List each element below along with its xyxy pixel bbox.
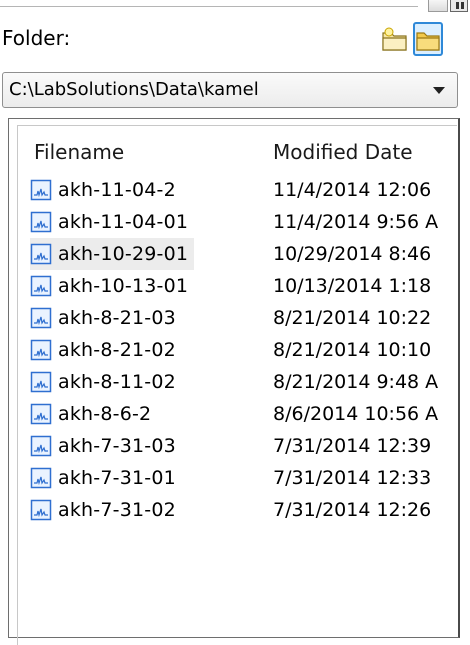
file-row[interactable]: akh-11-04-01 11/4/2014 9:56 A bbox=[18, 206, 458, 238]
filename-cell: akh-10-29-01 bbox=[30, 238, 195, 270]
filename-text: akh-11-04-2 bbox=[58, 179, 176, 201]
chevron-down-icon[interactable] bbox=[433, 87, 445, 94]
modified-date-text: 8/6/2014 10:56 A bbox=[273, 403, 439, 425]
chromatogram-file-icon bbox=[30, 371, 52, 393]
pause-button[interactable] bbox=[450, 0, 468, 12]
filename-cell: akh-11-04-01 bbox=[30, 206, 194, 238]
filename-cell: akh-10-13-01 bbox=[30, 270, 194, 302]
filename-cell: akh-8-6-2 bbox=[30, 398, 157, 430]
filename-cell: akh-8-11-02 bbox=[30, 366, 182, 398]
open-folder-button[interactable] bbox=[413, 22, 443, 56]
filename-text: akh-7-31-02 bbox=[58, 499, 176, 521]
filename-text: akh-8-6-2 bbox=[58, 403, 152, 425]
filename-text: akh-8-21-02 bbox=[58, 339, 176, 361]
filename-text: akh-8-11-02 bbox=[58, 371, 176, 393]
file-list[interactable]: Filename Modified Date akh-11-04-2 11/4/2… bbox=[8, 118, 460, 645]
restore-button[interactable] bbox=[428, 0, 448, 12]
file-row[interactable]: akh-8-6-2 8/6/2014 10:56 A bbox=[18, 398, 458, 430]
chromatogram-file-icon bbox=[30, 211, 52, 233]
chromatogram-file-icon bbox=[30, 403, 52, 425]
top-toolbar-strip bbox=[0, 0, 470, 22]
column-header-filename[interactable]: Filename bbox=[34, 138, 124, 166]
filename-cell: akh-7-31-02 bbox=[30, 494, 182, 526]
open-folder-icon bbox=[416, 32, 440, 51]
modified-date-text: 11/4/2014 9:56 A bbox=[273, 211, 439, 233]
file-row[interactable]: akh-8-21-03 8/21/2014 10:22 bbox=[18, 302, 458, 334]
modified-date-text: 7/31/2014 12:26 bbox=[273, 499, 432, 521]
filename-text: akh-10-29-01 bbox=[58, 243, 189, 265]
modified-date-text: 10/13/2014 1:18 bbox=[273, 275, 432, 297]
chromatogram-file-icon bbox=[30, 307, 52, 329]
folder-label: Folder: bbox=[2, 26, 71, 50]
filename-cell: akh-7-31-01 bbox=[30, 462, 182, 494]
filename-cell: akh-8-21-02 bbox=[30, 334, 182, 366]
chromatogram-file-icon bbox=[30, 499, 52, 521]
file-row[interactable]: akh-10-29-01 10/29/2014 8:46 bbox=[18, 238, 458, 270]
chromatogram-file-icon bbox=[30, 179, 52, 201]
file-row[interactable]: akh-8-21-02 8/21/2014 10:10 bbox=[18, 334, 458, 366]
chromatogram-file-icon bbox=[30, 435, 52, 457]
filename-cell: akh-7-31-03 bbox=[30, 430, 182, 462]
filename-cell: akh-8-21-03 bbox=[30, 302, 182, 334]
chromatogram-file-icon bbox=[30, 467, 52, 489]
file-row[interactable]: akh-8-11-02 8/21/2014 9:48 A bbox=[18, 366, 458, 398]
modified-date-text: 8/21/2014 9:48 A bbox=[273, 371, 439, 393]
chromatogram-file-icon bbox=[30, 243, 52, 265]
modified-date-text: 7/31/2014 12:39 bbox=[273, 435, 432, 457]
modified-date-text: 11/4/2014 12:06 bbox=[273, 179, 432, 201]
file-row[interactable]: akh-7-31-03 7/31/2014 12:39 bbox=[18, 430, 458, 462]
chromatogram-file-icon bbox=[30, 339, 52, 361]
filename-text: akh-8-21-03 bbox=[58, 307, 176, 329]
top-divider bbox=[0, 0, 418, 7]
filename-text: akh-11-04-01 bbox=[58, 211, 189, 233]
modified-date-text: 8/21/2014 10:10 bbox=[273, 339, 432, 361]
chromatogram-file-icon bbox=[30, 275, 52, 297]
filename-text: akh-7-31-03 bbox=[58, 435, 176, 457]
new-folder-button[interactable] bbox=[380, 22, 410, 56]
modified-date-text: 10/29/2014 8:46 bbox=[273, 243, 432, 265]
folder-path-value: C:\LabSolutions\Data\kamel bbox=[9, 79, 259, 100]
column-header-modified[interactable]: Modified Date bbox=[273, 138, 413, 166]
modified-date-text: 7/31/2014 12:33 bbox=[273, 467, 432, 489]
file-row[interactable]: akh-7-31-02 7/31/2014 12:26 bbox=[18, 494, 458, 526]
modified-date-text: 8/21/2014 10:22 bbox=[273, 307, 432, 329]
filename-cell: akh-11-04-2 bbox=[30, 174, 182, 206]
file-row[interactable]: akh-7-31-01 7/31/2014 12:33 bbox=[18, 462, 458, 494]
filename-text: akh-10-13-01 bbox=[58, 275, 189, 297]
folder-path-select[interactable]: C:\LabSolutions\Data\kamel bbox=[2, 72, 458, 108]
file-row[interactable]: akh-11-04-2 11/4/2014 12:06 bbox=[18, 174, 458, 206]
file-row[interactable]: akh-10-13-01 10/13/2014 1:18 bbox=[18, 270, 458, 302]
file-list-body: Filename Modified Date akh-11-04-2 11/4/2… bbox=[17, 125, 457, 645]
filename-text: akh-7-31-01 bbox=[58, 467, 176, 489]
new-folder-icon bbox=[382, 27, 407, 51]
